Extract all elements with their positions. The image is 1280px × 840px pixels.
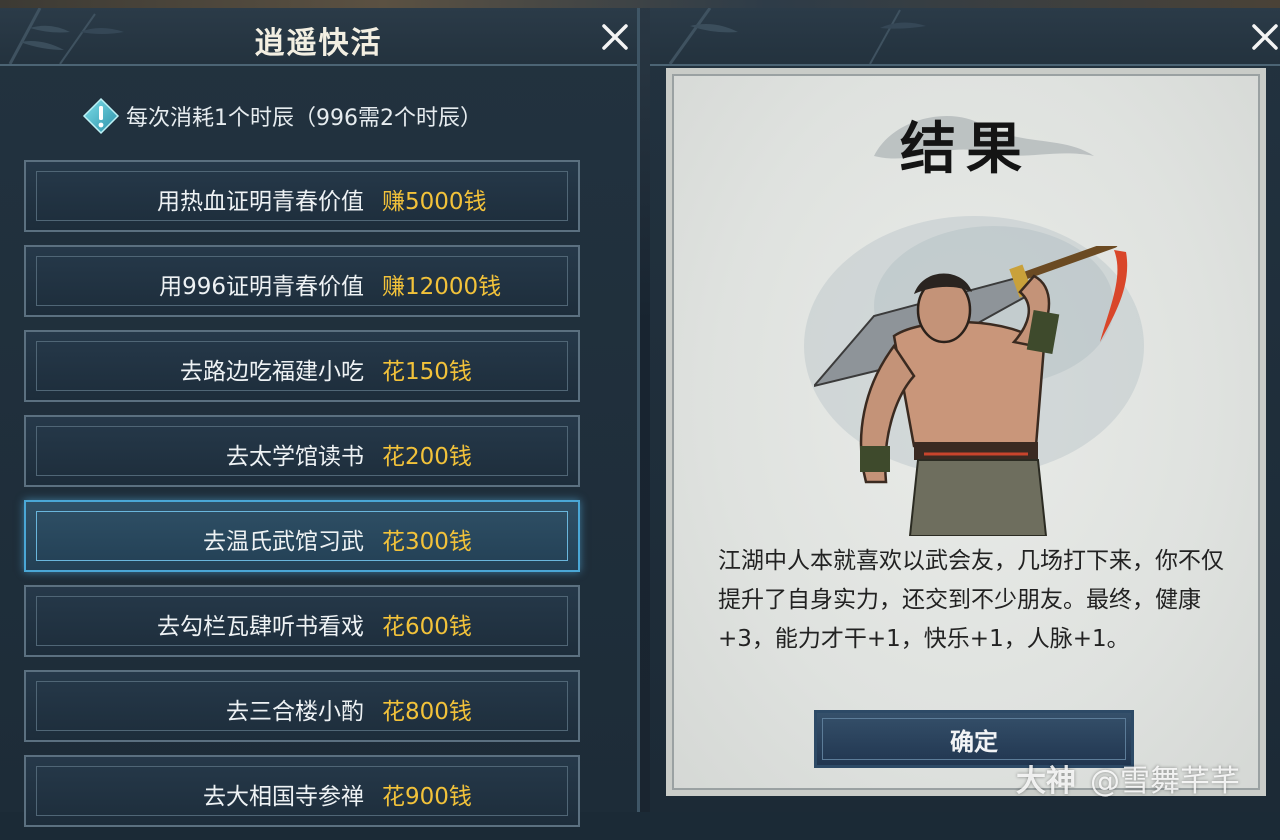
activity-option[interactable]: 去勾栏瓦肆听书看戏 花600钱 xyxy=(24,585,580,657)
activity-option[interactable]: 用996证明青春价值 赚12000钱 xyxy=(24,245,580,317)
result-description: 江湖中人本就喜欢以武会友，几场打下来，你不仅提升了自身实力，还交到不少朋友。最终… xyxy=(718,548,1224,652)
result-card: 结果 江湖中人本就喜欢以武会友，几场打下来，你不仅提升了自身实力，还交到不少朋友… xyxy=(666,68,1266,796)
activity-option[interactable]: 去三合楼小酌 花800钱 xyxy=(24,670,580,742)
activity-option-label: 用996证明青春价值 xyxy=(159,274,364,300)
activity-panel-header: 逍遥快活 xyxy=(0,8,637,66)
warning-diamond-icon xyxy=(82,97,120,135)
watermark-author: @雪舞芊芊 xyxy=(1090,764,1240,799)
activity-option-cost: 花150钱 xyxy=(382,359,472,385)
result-close-button[interactable] xyxy=(1248,20,1280,54)
result-title: 结果 xyxy=(900,116,1032,182)
activity-option-cost: 花900钱 xyxy=(382,784,472,810)
time-cost-note: 每次消耗1个时辰（996需2个时辰） xyxy=(82,96,482,136)
scene-strip xyxy=(0,0,1280,8)
time-cost-text: 每次消耗1个时辰（996需2个时辰） xyxy=(126,106,482,131)
activity-option[interactable]: 去路边吃福建小吃 花150钱 xyxy=(24,330,580,402)
result-panel: 结果 江湖中人本就喜欢以武会友，几场打下来，你不仅提升了自身实力，还交到不少朋友… xyxy=(650,8,1280,812)
activity-option[interactable]: 去大相国寺参禅 花900钱 xyxy=(24,755,580,827)
close-icon xyxy=(1252,24,1278,50)
activity-option-label: 去三合楼小酌 xyxy=(226,699,364,725)
close-icon xyxy=(602,24,628,50)
activity-option-list: 用热血证明青春价值 赚5000钱 用996证明青春价值 赚12000钱 去路边吃… xyxy=(24,160,580,840)
activity-option-label: 去温氏武馆习武 xyxy=(203,529,364,555)
result-card-inner: 结果 江湖中人本就喜欢以武会友，几场打下来，你不仅提升了自身实力，还交到不少朋友… xyxy=(672,74,1260,790)
result-panel-header xyxy=(650,8,1280,66)
activity-option-cost: 赚5000钱 xyxy=(382,189,487,215)
bamboo-decoration-icon xyxy=(668,8,926,64)
activity-option-cost: 花200钱 xyxy=(382,444,472,470)
activity-panel: 逍遥快活 每次消耗1个时辰（996需2个时辰） 用热血证明青春价值 赚5000钱 xyxy=(0,8,640,827)
activity-option[interactable]: 去太学馆读书 花200钱 xyxy=(24,415,580,487)
activity-close-button[interactable] xyxy=(598,20,632,54)
warrior-illustration xyxy=(814,246,1128,536)
activity-option[interactable]: 用热血证明青春价值 赚5000钱 xyxy=(24,160,580,232)
activity-option-cost: 花600钱 xyxy=(382,614,472,640)
activity-option-label: 去太学馆读书 xyxy=(226,444,364,470)
activity-option-cost: 赚12000钱 xyxy=(382,274,502,300)
watermark: 大神 @雪舞芊芊 xyxy=(1016,756,1240,800)
activity-option-label: 去路边吃福建小吃 xyxy=(180,359,364,385)
activity-option-selected[interactable]: 去温氏武馆习武 花300钱 xyxy=(24,500,580,572)
activity-option-cost: 花300钱 xyxy=(382,529,472,555)
watermark-brand: 大神 xyxy=(1016,764,1076,799)
activity-option-cost: 花800钱 xyxy=(382,699,472,725)
activity-option-label: 用热血证明青春价值 xyxy=(157,189,364,215)
activity-option-label: 去勾栏瓦肆听书看戏 xyxy=(157,614,364,640)
activity-panel-title: 逍遥快活 xyxy=(254,26,383,61)
activity-option-label: 去大相国寺参禅 xyxy=(203,784,364,810)
